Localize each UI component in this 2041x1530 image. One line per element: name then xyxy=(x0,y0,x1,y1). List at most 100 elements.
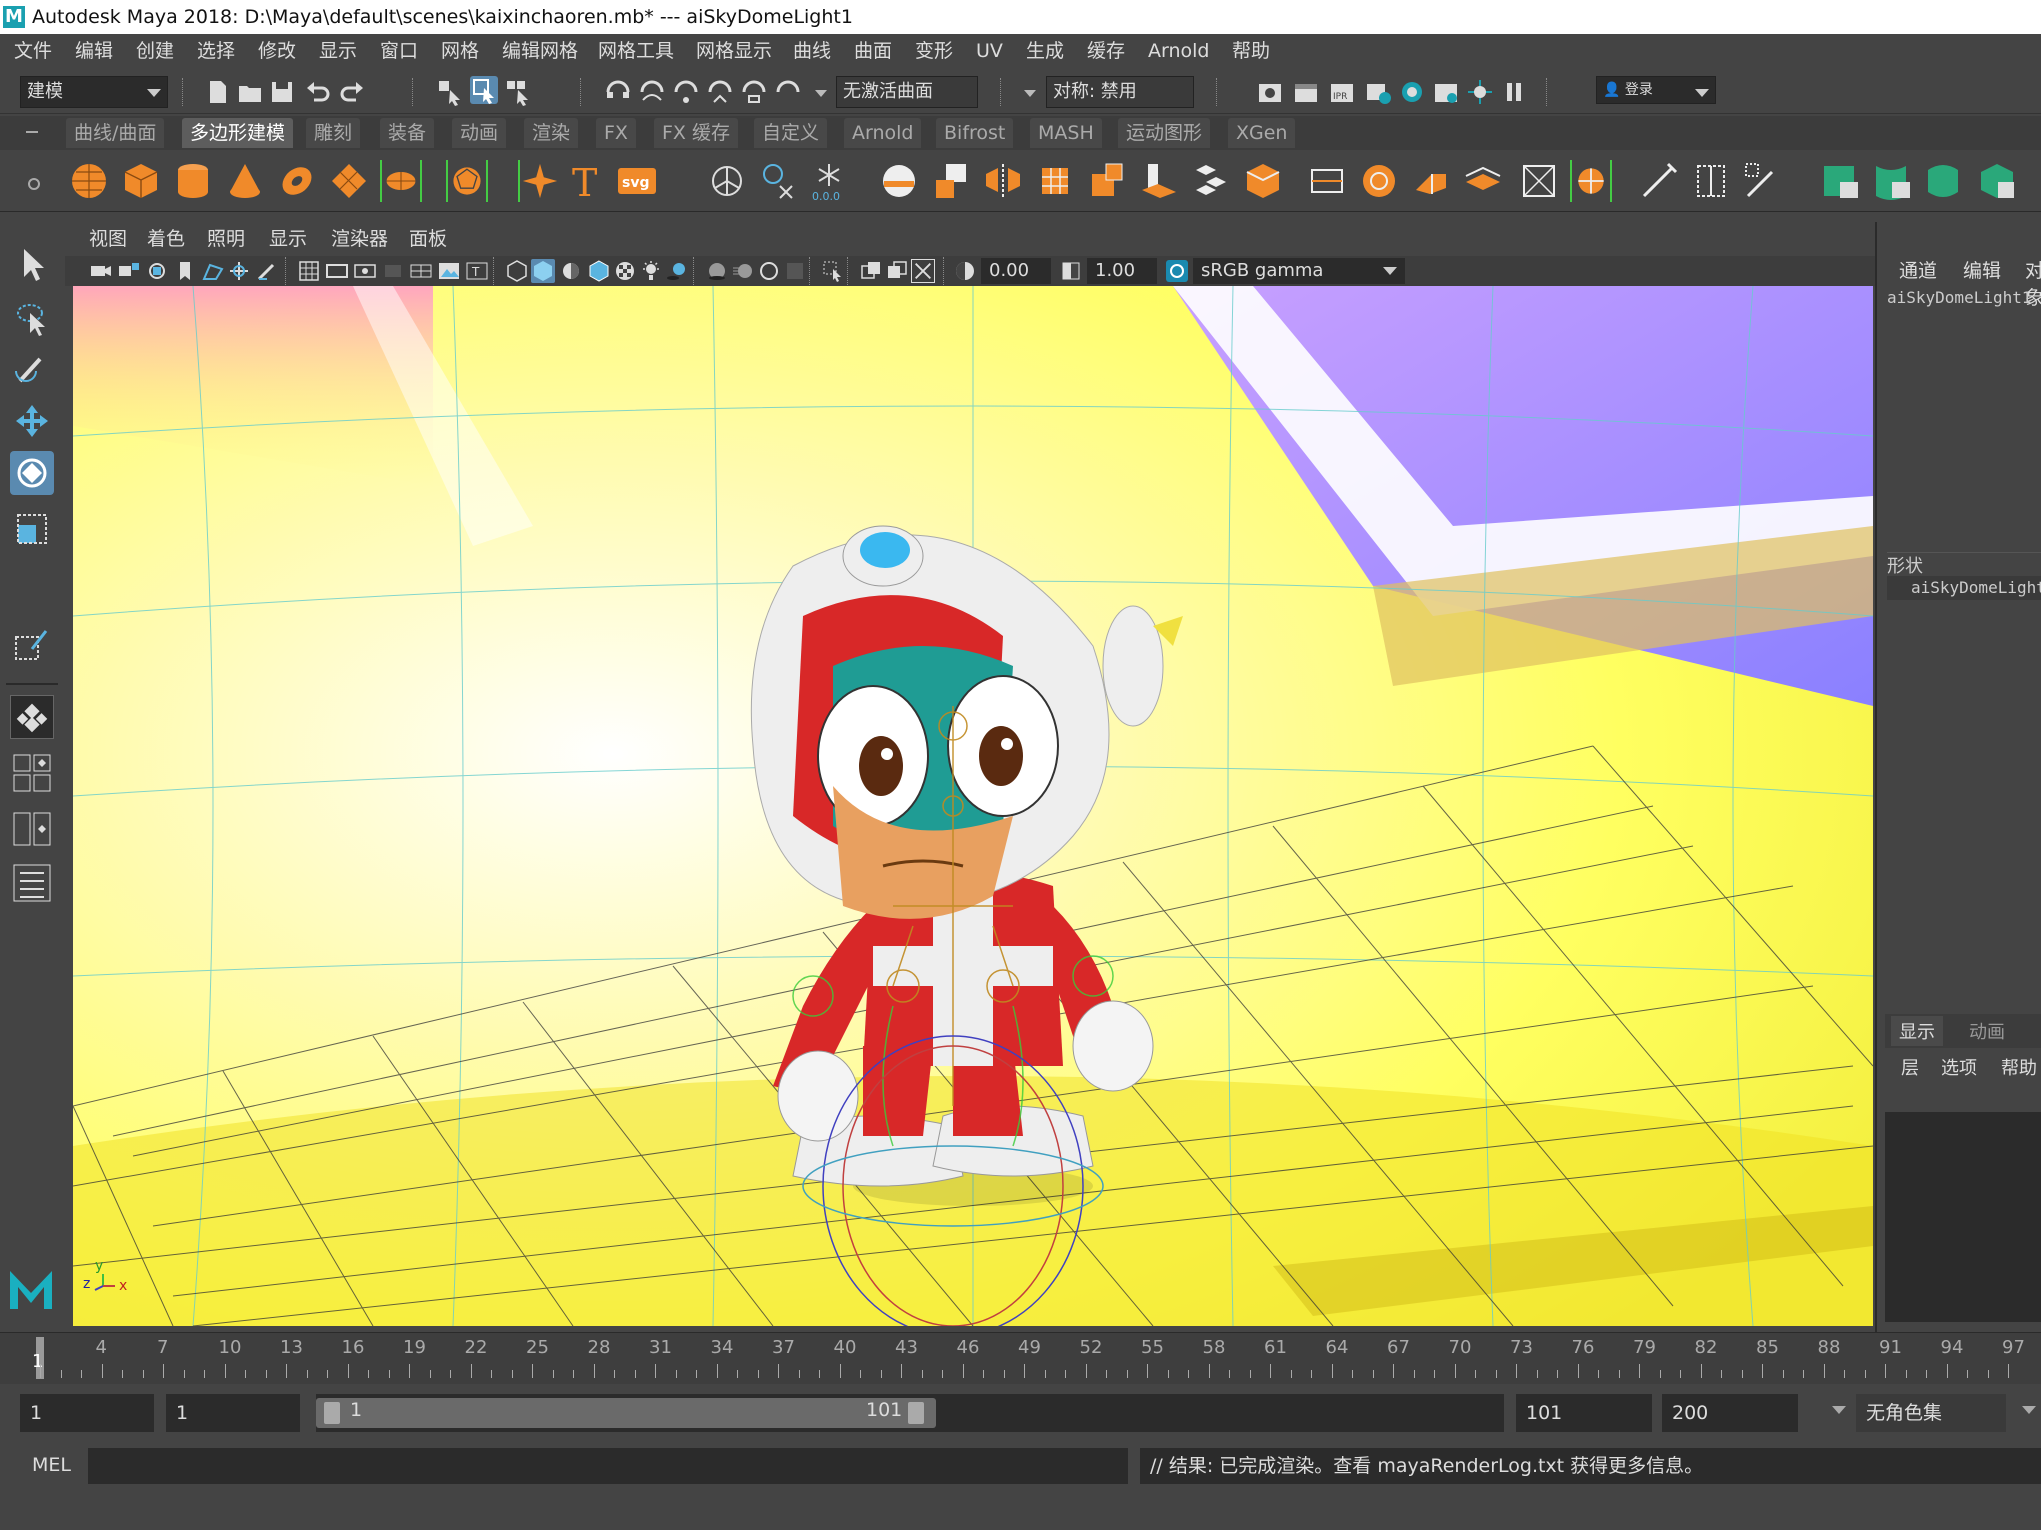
bookmark-camera-icon[interactable] xyxy=(145,259,169,283)
menu-create[interactable]: 创建 xyxy=(136,34,174,68)
menu-deform[interactable]: 变形 xyxy=(915,34,953,68)
save-scene-icon[interactable] xyxy=(268,78,296,106)
command-input[interactable] xyxy=(88,1448,1128,1484)
chevron-down-icon[interactable] xyxy=(1832,1406,1846,1414)
outliner-layout-icon[interactable] xyxy=(10,861,54,905)
separate-icon[interactable] xyxy=(930,160,972,202)
menu-edit[interactable]: 编辑 xyxy=(75,34,113,68)
range-bar[interactable] xyxy=(316,1398,936,1428)
channel-box-node-name[interactable]: aiSkyDomeLight1 xyxy=(1887,288,2032,307)
fill-hole-icon[interactable] xyxy=(1462,160,1504,202)
gamma-icon[interactable] xyxy=(1059,259,1083,283)
use-all-lights-icon[interactable] xyxy=(639,259,663,283)
menu-mesh[interactable]: 网格 xyxy=(441,34,479,68)
snap-view-plane-icon[interactable] xyxy=(706,78,734,106)
tab-fx-caching[interactable]: FX 缓存 xyxy=(654,118,738,148)
layer-tab-anim[interactable]: 动画 xyxy=(1961,1016,2013,1046)
select-hierarchy-icon[interactable] xyxy=(436,78,464,106)
scale-tool-icon[interactable] xyxy=(10,507,54,551)
two-d-pan-icon[interactable] xyxy=(227,259,251,283)
poly-torus-icon[interactable] xyxy=(276,160,318,202)
snap-curve-icon[interactable] xyxy=(638,78,666,106)
login-dropdown[interactable]: 👤 登录 xyxy=(1596,76,1716,104)
move-tool-icon[interactable] xyxy=(10,399,54,443)
motion-blur-icon[interactable] xyxy=(731,259,755,283)
color-management-icon[interactable] xyxy=(1165,259,1189,283)
rotate-tool-icon[interactable] xyxy=(10,451,54,495)
scene-end-field[interactable]: 200 xyxy=(1662,1394,1798,1432)
tab-animation[interactable]: 动画 xyxy=(452,118,507,148)
gamma-field[interactable]: 1.00 xyxy=(1087,258,1157,284)
snap-point-icon[interactable] xyxy=(672,78,700,106)
open-scene-icon[interactable] xyxy=(236,78,264,106)
layer-menu-options[interactable]: 选项 xyxy=(1941,1054,1977,1080)
vp-menu-panels[interactable]: 面板 xyxy=(409,222,447,256)
platonic-solid-icon[interactable] xyxy=(446,160,488,202)
playback-end-field[interactable]: 101 xyxy=(1516,1394,1652,1432)
snap-rotate-icon[interactable] xyxy=(774,78,802,106)
layer-list[interactable] xyxy=(1885,1112,2041,1322)
safe-title-icon[interactable]: T xyxy=(465,259,489,283)
tab-sculpting[interactable]: 雕刻 xyxy=(306,118,361,148)
target-weld-icon[interactable] xyxy=(1518,160,1560,202)
depth-of-field-icon[interactable] xyxy=(783,259,807,283)
poly-cube-icon[interactable] xyxy=(120,160,162,202)
tab-rendering[interactable]: 渲染 xyxy=(524,118,579,148)
shelf-collapse-icon[interactable] xyxy=(24,128,40,136)
tab-mash[interactable]: MASH xyxy=(1030,118,1102,148)
menu-help[interactable]: 帮助 xyxy=(1232,34,1270,68)
tab-arnold[interactable]: Arnold xyxy=(844,118,922,148)
playback-start-field[interactable]: 1 xyxy=(166,1394,300,1432)
type-tool-icon[interactable] xyxy=(706,160,748,202)
tab-curves-surfaces[interactable]: 曲线/曲面 xyxy=(66,118,165,148)
wireframe-on-shaded-icon[interactable] xyxy=(587,259,611,283)
script-language-toggle[interactable]: MEL xyxy=(32,1454,71,1476)
tab-motion-graphics[interactable]: 运动图形 xyxy=(1118,118,1211,148)
snap-live-icon[interactable] xyxy=(740,78,768,106)
tab-custom[interactable]: 自定义 xyxy=(754,118,828,148)
film-gate-icon[interactable] xyxy=(325,259,349,283)
chevron-down-icon[interactable] xyxy=(815,90,827,97)
grease-pencil-icon[interactable] xyxy=(255,259,279,283)
automatic-uv-icon[interactable] xyxy=(1976,160,2018,202)
layer-tab-display[interactable]: 显示 xyxy=(1891,1016,1943,1046)
scene-start-field[interactable]: 1 xyxy=(20,1394,154,1432)
ipr-render-icon[interactable]: IPR xyxy=(1328,78,1356,106)
menu-mesh-display[interactable]: 网格显示 xyxy=(696,34,772,68)
menu-arnold[interactable]: Arnold xyxy=(1148,34,1209,68)
menu-edit-mesh[interactable]: 编辑网格 xyxy=(502,34,578,68)
poly-cylinder-icon[interactable] xyxy=(172,160,214,202)
field-chart-icon[interactable] xyxy=(409,259,433,283)
tab-xgen[interactable]: XGen xyxy=(1228,118,1296,148)
exposure-icon[interactable] xyxy=(953,259,977,283)
chevron-down-icon[interactable] xyxy=(2022,1406,2036,1414)
menu-window[interactable]: 窗口 xyxy=(380,34,418,68)
pause-icon[interactable] xyxy=(1500,78,1528,106)
menu-set-dropdown[interactable]: 建模 xyxy=(20,76,168,108)
gear-icon[interactable] xyxy=(26,176,42,192)
smooth-shade-icon[interactable] xyxy=(531,259,555,283)
smooth-icon[interactable] xyxy=(1034,160,1076,202)
bevel-icon[interactable] xyxy=(1242,160,1284,202)
render-view-icon[interactable] xyxy=(1256,78,1284,106)
tab-rigging[interactable]: 装备 xyxy=(380,118,435,148)
four-view-layout-icon[interactable] xyxy=(10,751,54,795)
vp-menu-renderer[interactable]: 渲染器 xyxy=(331,222,388,256)
perspective-viewport[interactable]: y x z xyxy=(73,286,1873,1326)
vp-menu-shading[interactable]: 着色 xyxy=(147,222,185,256)
xray-active-components-icon[interactable] xyxy=(911,259,935,283)
bookmark-icon[interactable] xyxy=(173,259,197,283)
mirror-icon[interactable] xyxy=(982,160,1024,202)
symmetry-field[interactable]: 对称: 禁用 xyxy=(1046,76,1194,108)
safe-action-icon[interactable] xyxy=(437,259,461,283)
textured-icon[interactable] xyxy=(613,259,637,283)
select-object-icon[interactable] xyxy=(470,76,498,104)
chevron-down-icon[interactable] xyxy=(1024,90,1036,97)
reduce-icon[interactable] xyxy=(1086,160,1128,202)
tab-fx[interactable]: FX xyxy=(596,118,636,148)
screen-space-ao-icon[interactable] xyxy=(705,259,729,283)
multi-cut-icon[interactable] xyxy=(1306,160,1348,202)
camera-attributes-icon[interactable] xyxy=(117,259,141,283)
shadows-icon[interactable] xyxy=(665,259,689,283)
planar-uv-icon[interactable] xyxy=(1820,160,1862,202)
